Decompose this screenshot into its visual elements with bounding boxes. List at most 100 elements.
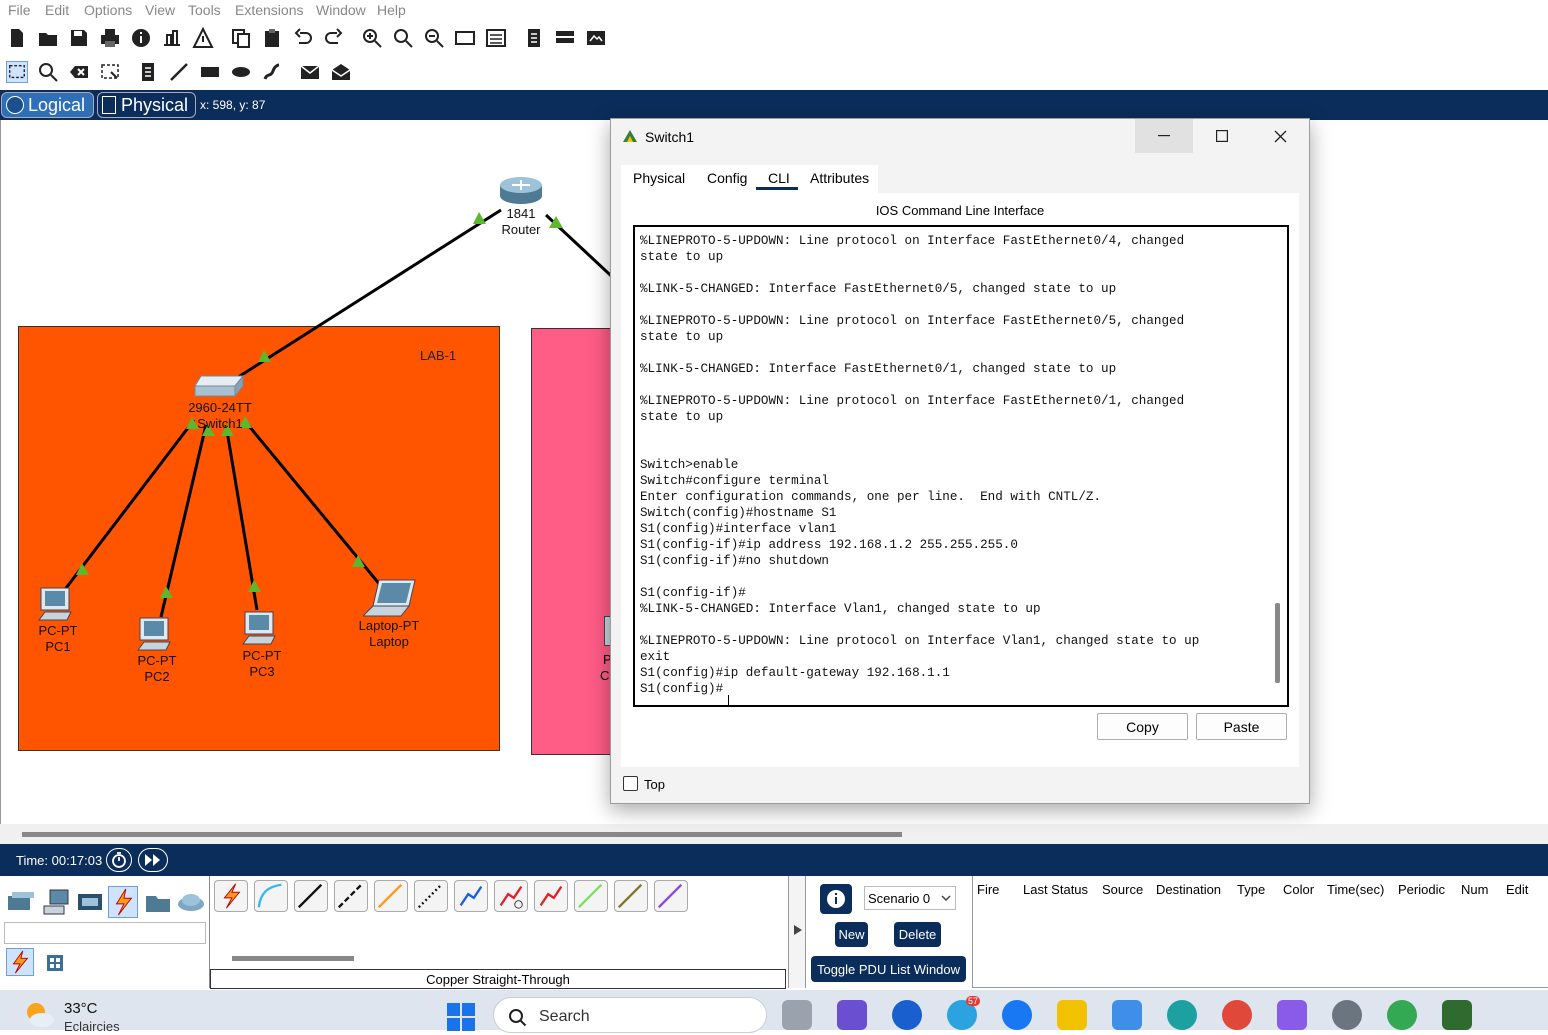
microsoft-store-icon[interactable] (1112, 1000, 1142, 1030)
col-type[interactable]: Type (1237, 882, 1265, 897)
select-icon[interactable] (6, 61, 28, 83)
cluster-icon[interactable] (554, 27, 576, 49)
router-icon[interactable] (498, 175, 544, 205)
print-icon[interactable] (99, 27, 121, 49)
maximize-button[interactable] (1193, 119, 1251, 153)
place-note-icon[interactable] (137, 61, 159, 83)
menu-tools[interactable]: Tools (188, 2, 221, 18)
logical-tab[interactable]: Logical (1, 92, 94, 118)
custom-devices-icon[interactable] (485, 27, 507, 49)
cable-iot-custom[interactable] (614, 880, 648, 912)
activity-wizard-icon[interactable] (192, 27, 214, 49)
undo-icon[interactable] (292, 27, 314, 49)
copy-icon[interactable] (230, 27, 252, 49)
cable-copper-straight-through[interactable] (294, 880, 328, 912)
top-checkbox[interactable] (623, 776, 638, 791)
cli-scrollbar[interactable] (1269, 227, 1287, 705)
menu-file[interactable]: File (8, 2, 31, 18)
physical-tab[interactable]: Physical (97, 92, 196, 118)
network-wizard-icon[interactable] (161, 27, 183, 49)
col-destination[interactable]: Destination (1156, 882, 1221, 897)
tab-cli[interactable]: CLI (768, 170, 790, 186)
scenario-select[interactable]: Scenario 0 (864, 886, 956, 910)
new-scenario-button[interactable]: New (835, 922, 868, 947)
new-file-icon[interactable] (6, 27, 28, 49)
file-explorer-icon[interactable] (1057, 1000, 1087, 1030)
info-icon[interactable] (130, 27, 152, 49)
minimize-button[interactable] (1135, 119, 1193, 153)
paste-icon[interactable] (261, 27, 283, 49)
canvas-horizontal-scrollbar[interactable] (0, 824, 1548, 844)
settings-icon[interactable] (1332, 1000, 1362, 1030)
laptop-icon[interactable] (361, 578, 417, 618)
menu-edit[interactable]: Edit (45, 2, 69, 18)
freeform-icon[interactable] (261, 61, 283, 83)
cable-octal[interactable] (574, 880, 608, 912)
facebook-icon[interactable] (1002, 1000, 1032, 1030)
paste-button[interactable]: Paste (1196, 713, 1287, 740)
open-folder-icon[interactable] (37, 27, 59, 49)
cable-palette-scrollbar[interactable] (232, 956, 354, 961)
tab-physical[interactable]: Physical (633, 170, 685, 186)
cli-scrollbar-thumb[interactable] (1275, 603, 1280, 683)
menu-help[interactable]: Help (377, 2, 406, 18)
delete-scenario-button[interactable]: Delete (894, 922, 941, 947)
components-icon[interactable] (76, 888, 104, 916)
cable-fiber[interactable] (374, 880, 408, 912)
cable-coaxial[interactable] (454, 880, 488, 912)
delete-icon[interactable] (68, 61, 90, 83)
drawing-palette-icon[interactable] (454, 27, 476, 49)
grid-view-icon[interactable] (44, 952, 66, 974)
scenario-info-button[interactable] (820, 884, 852, 914)
weather-temperature[interactable]: 33°C (64, 1000, 98, 1017)
menu-view[interactable]: View (145, 2, 175, 18)
notes-icon[interactable] (523, 27, 545, 49)
col-num[interactable]: Num (1461, 882, 1488, 897)
cable-serial-dce[interactable] (494, 880, 528, 912)
copilot-icon[interactable] (1277, 1000, 1307, 1030)
redo-icon[interactable] (323, 27, 345, 49)
taskbar-search[interactable]: Search (493, 997, 767, 1033)
chrome-profile-icon[interactable] (1222, 1000, 1252, 1030)
tab-attributes[interactable]: Attributes (810, 170, 869, 186)
start-button[interactable] (446, 1002, 478, 1031)
col-color[interactable]: Color (1283, 882, 1314, 897)
cable-copper-cross-over[interactable] (334, 880, 368, 912)
panel-divider[interactable] (788, 876, 806, 988)
col-fire[interactable]: Fire (977, 882, 999, 897)
bluetooth-icon[interactable] (892, 1000, 922, 1030)
toggle-pdu-list-button[interactable]: Toggle PDU List Window (811, 956, 966, 982)
dialog-title-bar[interactable]: Switch1 (611, 119, 1309, 155)
zoom-in-icon[interactable] (361, 27, 383, 49)
teams-chat-icon[interactable] (837, 1000, 867, 1030)
pc2-icon[interactable] (136, 616, 176, 652)
viewport-icon[interactable] (585, 27, 607, 49)
edge-icon[interactable] (1167, 1000, 1197, 1030)
cable-console[interactable] (254, 880, 288, 912)
power-cycle-devices-button[interactable] (106, 848, 132, 872)
col-source[interactable]: Source (1102, 882, 1143, 897)
multiuser-icon[interactable] (176, 888, 206, 916)
connections-icon[interactable] (108, 886, 138, 918)
col-periodic[interactable]: Periodic (1398, 882, 1445, 897)
col-last-status[interactable]: Last Status (1023, 882, 1088, 897)
add-simple-pdu-icon[interactable] (299, 61, 321, 83)
resize-shape-icon[interactable] (99, 61, 121, 83)
connections-subtype-icon[interactable] (6, 948, 34, 976)
zoom-reset-icon[interactable] (392, 27, 414, 49)
switch-icon[interactable] (193, 374, 245, 400)
scrollbar-thumb[interactable] (22, 832, 902, 837)
network-devices-icon[interactable] (6, 888, 34, 916)
pc1-icon[interactable] (37, 586, 77, 622)
packet-tracer-taskbar-icon[interactable] (1442, 1000, 1472, 1030)
end-devices-icon[interactable] (42, 888, 70, 916)
draw-ellipse-icon[interactable] (230, 61, 252, 83)
chrome-icon[interactable] (1387, 1000, 1417, 1030)
menu-extensions[interactable]: Extensions (235, 2, 303, 18)
fast-forward-time-button[interactable] (138, 848, 168, 872)
copy-button[interactable]: Copy (1097, 713, 1188, 740)
zoom-out-icon[interactable] (423, 27, 445, 49)
col-edit[interactable]: Edit (1506, 882, 1528, 897)
col-time[interactable]: Time(sec) (1327, 882, 1384, 897)
pc3-icon[interactable] (241, 610, 281, 646)
